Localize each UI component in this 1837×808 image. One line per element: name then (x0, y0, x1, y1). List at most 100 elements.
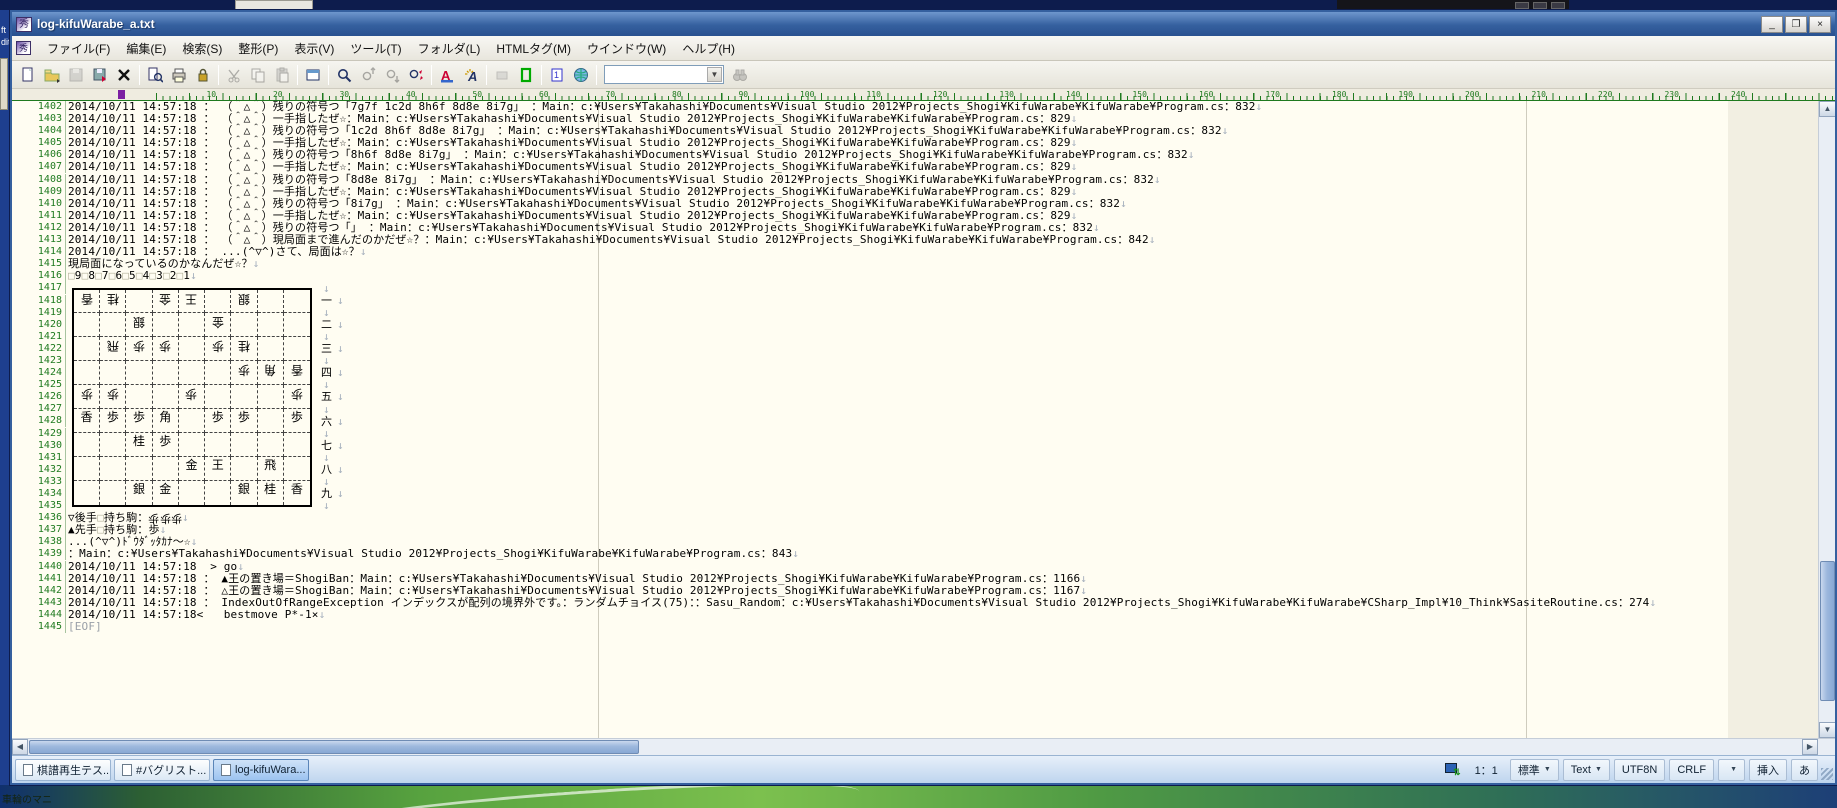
readonly-lock-icon[interactable] (192, 64, 214, 86)
scroll-right-arrow[interactable]: ▶ (1802, 739, 1818, 755)
title-bar[interactable]: 秀 log-kifuWarabe_a.txt _ ❐ × (12, 12, 1835, 36)
scroll-up-arrow[interactable]: ▲ (1819, 101, 1835, 117)
scroll-down-arrow[interactable]: ▼ (1819, 722, 1835, 738)
menu-item-2[interactable]: 検索(S) (174, 37, 230, 60)
line-number: 1433 (12, 475, 66, 488)
print-icon[interactable] (168, 64, 190, 86)
line-number: 1430 (12, 439, 66, 452)
box-select-icon[interactable] (515, 64, 537, 86)
menu-item-4[interactable]: 表示(V) (286, 37, 342, 60)
sente-piece: 桂 (264, 482, 277, 497)
menu-item-3[interactable]: 整形(P) (230, 37, 286, 60)
wallpaper-swoosh (299, 785, 861, 808)
combo-dropdown-arrow[interactable]: ▼ (707, 67, 722, 82)
sente-piece: 歩 (133, 410, 146, 425)
log-line: 1444 2014/10/11 14:57:18< bestmove P*-1×↓ (12, 608, 1818, 621)
color-text-icon[interactable]: A (436, 64, 458, 86)
board-cell (152, 361, 179, 386)
new-file-icon[interactable] (17, 64, 39, 86)
board-cell (205, 289, 232, 314)
status-field-標準[interactable]: 標準 ▼ (1509, 758, 1559, 781)
menu-item-5[interactable]: ツール(T) (342, 37, 409, 60)
board-cell (178, 361, 206, 386)
close-file-icon[interactable] (113, 64, 135, 86)
macro-icon (491, 64, 513, 86)
board-cell: 歩 (100, 409, 127, 434)
document-tab-2[interactable]: log-kifuWara... (213, 758, 309, 781)
taskbar[interactable]: 車輪のマニ (0, 785, 1837, 808)
line-number: 1408 (12, 173, 66, 186)
status-field-あ: あ (1791, 758, 1818, 781)
board-cell (231, 433, 258, 458)
board-cell (74, 337, 101, 362)
taskbar-text: 車輪のマニ (2, 795, 52, 806)
board-cell: 王 (205, 457, 232, 482)
text-editing-area[interactable]: 1402 2014/10/11 14:57:18 ： （＾△＾）残りの符号つ「7g… (12, 101, 1835, 738)
rank-label: 二 (321, 317, 332, 331)
menu-item-7[interactable]: HTMLタグ(M) (488, 37, 579, 60)
scroll-left-arrow[interactable]: ◀ (12, 739, 28, 755)
close-button[interactable]: × (1809, 15, 1831, 33)
menu-item-8[interactable]: ウインドウ(W) (579, 37, 674, 60)
save-close-icon[interactable] (89, 64, 111, 86)
text-segment: 持ち駒：歩 (103, 523, 160, 537)
board-cell: 歩 (231, 361, 258, 386)
document-icon (221, 763, 231, 776)
paste-icon (271, 64, 293, 86)
replace-icon[interactable] (405, 64, 427, 86)
board-cell: 角 (257, 361, 284, 386)
file-sync-icon[interactable]: ⇅ (1444, 762, 1461, 777)
line-number: 1406 (12, 149, 66, 162)
ruler-label: 100 (799, 90, 815, 99)
window-list-icon[interactable]: 1 (546, 64, 568, 86)
horizontal-scroll-thumb[interactable] (29, 740, 639, 754)
board-cell (205, 361, 232, 386)
hidemaru-app-icon: 秀 (16, 16, 32, 32)
line-number: 1407 (12, 161, 66, 174)
gote-piece: 歩 (133, 339, 146, 354)
line-number: 1444 (12, 608, 66, 621)
resize-grip[interactable] (1821, 768, 1833, 780)
console-icon[interactable] (302, 64, 324, 86)
search-combo[interactable]: ▼ (604, 65, 724, 84)
maximize-button[interactable]: ❐ (1785, 15, 1807, 33)
menu-item-1[interactable]: 編集(E) (118, 37, 174, 60)
gote-piece: 金 (211, 315, 224, 330)
vertical-scrollbar[interactable]: ▲ ▼ (1818, 101, 1835, 738)
document-tab-0[interactable]: 棋譜再生テス... (15, 758, 111, 781)
sente-piece: 歩 (237, 410, 250, 425)
line-number: 1410 (12, 197, 66, 210)
menu-item-0[interactable]: ファイル(F) (39, 37, 118, 60)
line-end-mark: ↓ (323, 450, 330, 464)
document-icon (23, 763, 33, 776)
gote-piece: 飛 (106, 339, 119, 354)
gote-piece: 歩 (290, 387, 303, 402)
line-end-mark: ↓ (181, 511, 189, 525)
menu-item-9[interactable]: ヘルプ(H) (674, 37, 743, 60)
ruler-label: 210 (1531, 90, 1546, 99)
line-number: 1435 (12, 500, 66, 513)
ruler-label: 90 (738, 90, 749, 99)
log-line: 1414 2014/10/11 14:57:18 ： ...(^▽^)さて、局面は… (12, 246, 1818, 259)
print-preview-icon[interactable] (144, 64, 166, 86)
document-tab-1[interactable]: #バグリスト... (114, 758, 210, 781)
board-cell (74, 457, 101, 482)
minimize-button[interactable]: _ (1761, 15, 1783, 33)
line-end-mark: ↓ (337, 463, 344, 476)
tab-label: 棋譜再生テス... (37, 764, 111, 777)
vertical-scroll-thumb[interactable] (1820, 561, 1835, 701)
horizontal-scrollbar[interactable]: ◀ ▶ (12, 738, 1835, 755)
line-number: 1411 (12, 209, 66, 222)
menu-item-6[interactable]: フォルダ(L) (410, 37, 489, 60)
browser-icon[interactable] (570, 64, 592, 86)
search-icon[interactable] (333, 64, 355, 86)
text-segment: 歩 (170, 512, 182, 526)
open-file-icon[interactable] (41, 64, 63, 86)
status-field-dropdown[interactable]: ▼ (1718, 758, 1745, 781)
line-end-mark: ↓ (1120, 196, 1127, 210)
status-field-Text[interactable]: Text ▼ (1562, 758, 1610, 781)
desktop-top-strip (0, 0, 1837, 10)
copy-icon (247, 64, 269, 86)
highlight-icon[interactable]: A (460, 64, 482, 86)
text-segment: ...(^▽^)ﾄﾞｳﾀﾞｯﾀｶﾅ～☆ (68, 535, 191, 549)
